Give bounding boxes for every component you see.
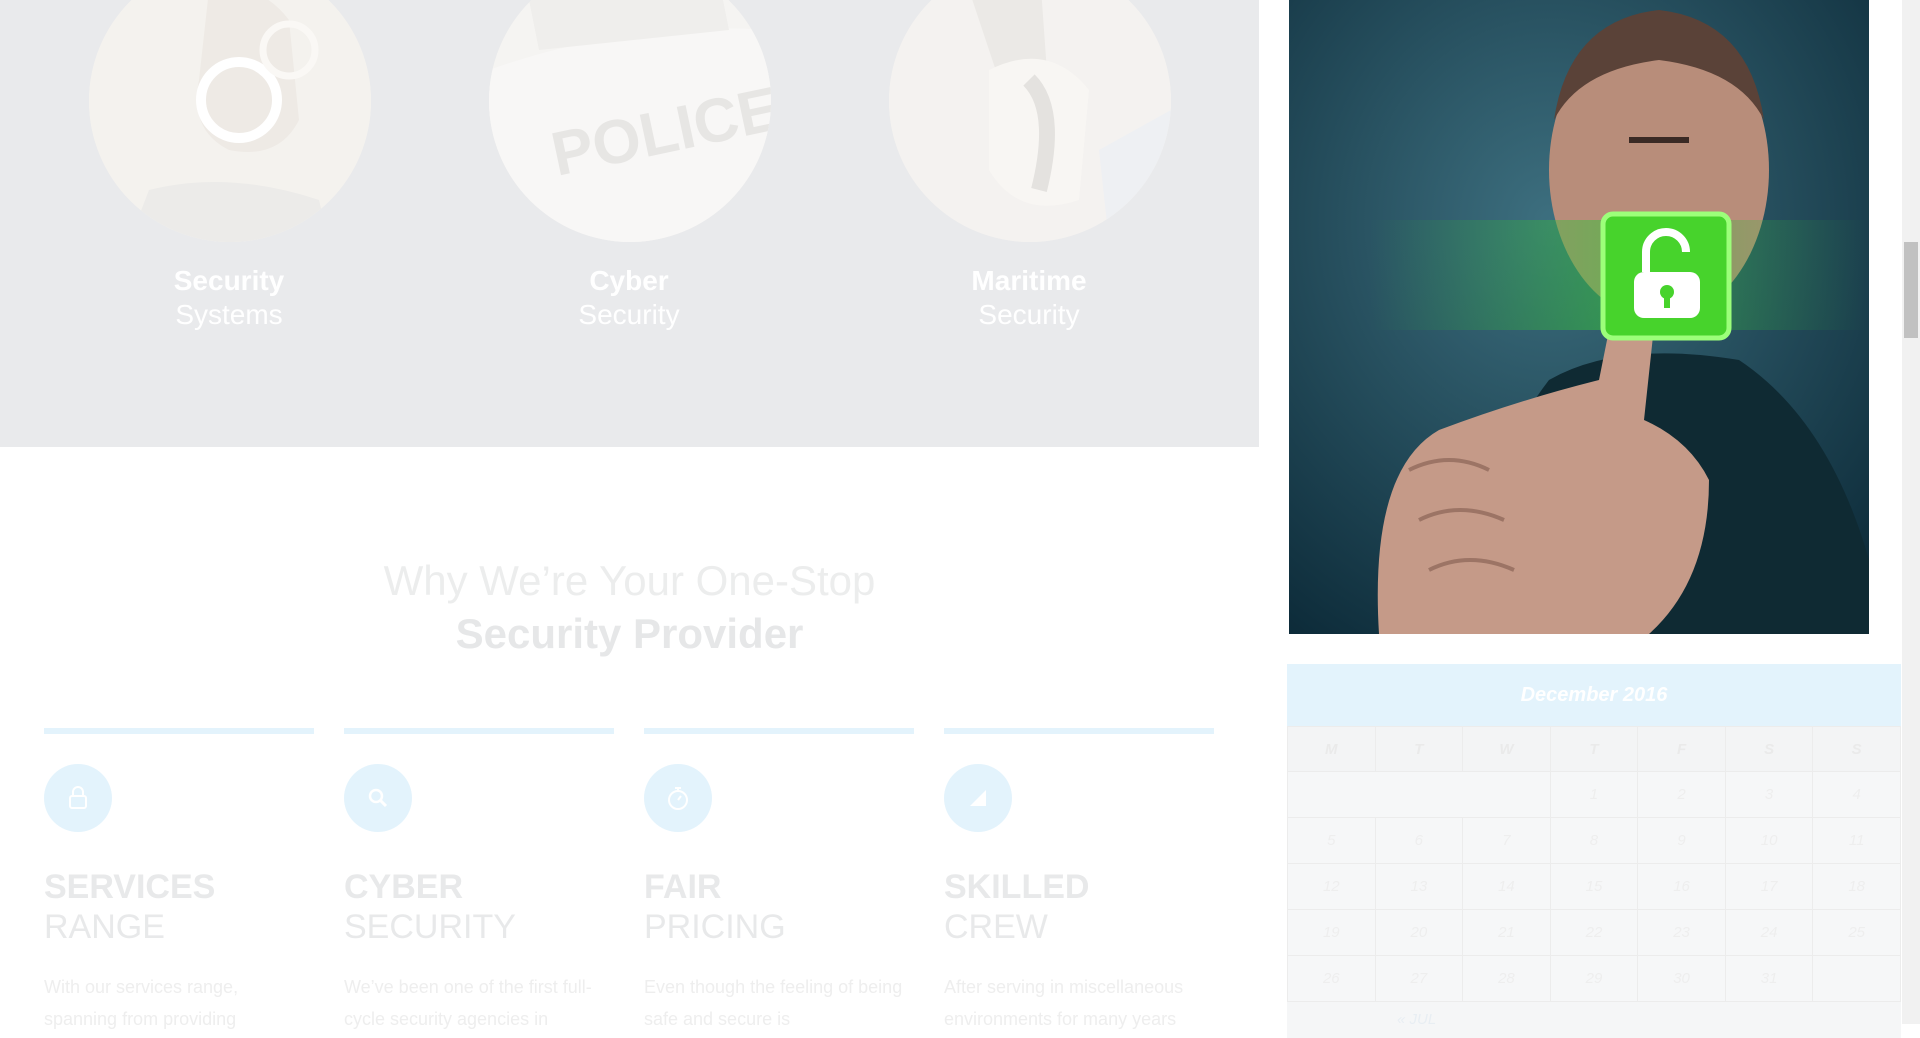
services-band: POLICE Security Systems Cyber Security M… [0,0,1259,447]
feature-fair-pricing: FAIR PRICING Even though the feeling of … [644,728,914,1035]
weekday-header: F [1637,726,1726,772]
touch-unlock-photo [1289,0,1869,634]
calendar-week-row: 19 20 21 22 23 24 25 [1287,909,1901,956]
calendar-week-row: 26 27 28 29 30 31 [1287,955,1901,1002]
calendar-day: 2 [1637,771,1726,818]
service-title-bold: Cyber [589,265,669,296]
feature-services-range: SERVICES RANGE With our services range, … [44,728,314,1035]
search-icon [344,764,412,832]
calendar-week-row: 1 2 3 4 [1287,771,1901,818]
calendar-day: 17 [1724,863,1814,910]
calendar-pad-cell [1812,955,1901,1002]
calendar-day: 31 [1724,955,1814,1002]
calendar-pad-cell [1287,771,1551,818]
calendar-day: 4 [1812,771,1901,818]
page-scrollbar[interactable] [1902,0,1920,1024]
calendar-day: 10 [1724,817,1814,864]
calendar-day: 25 [1812,909,1901,956]
calendar-caption: December 2016 [1287,664,1901,726]
feature-text: After serving in miscellaneous environme… [944,977,1184,1029]
service-title-bold: Maritime [971,265,1087,296]
calendar-prev-month-link[interactable]: « JUL [1287,1002,1901,1038]
service-image-security-systems[interactable] [89,0,371,242]
calendar-day: 7 [1462,817,1551,864]
feature-title-light: PRICING [644,908,786,946]
weekday-header: T [1374,726,1464,772]
calendar-day: 15 [1549,863,1639,910]
lock-icon [44,764,112,832]
feature-text: We’ve been one of the first full-cycle s… [344,977,592,1029]
service-title-bold: Security [173,265,285,296]
feature-cyber-security: CYBER SECURITY We’ve been one of the fir… [344,728,614,1035]
service-title-light: Security [578,299,680,330]
calendar-day: 5 [1287,817,1376,864]
why-heading: Why We’re Your One-Stop Security Provide… [0,555,1259,661]
weekday-header: W [1462,726,1551,772]
calendar-day: 23 [1637,909,1726,956]
service-title-light: Systems [175,299,283,330]
feature-text: Even though the feeling of being safe an… [644,977,903,1029]
handcuffs-photo [89,0,371,242]
calendar-day: 18 [1812,863,1901,910]
feature-bar [644,728,914,734]
calendar-day: 24 [1724,909,1814,956]
calendar-table: M T W T F S S 1 2 3 4 5 6 7 8 9 10 11 12… [1287,726,1901,1002]
service-title-light: Security [978,299,1080,330]
calendar-day: 11 [1812,817,1901,864]
calendar-day: 14 [1462,863,1551,910]
service-image-cyber-security[interactable]: POLICE [489,0,771,242]
why-heading-line1: Why We’re Your One-Stop [383,557,876,604]
calendar-widget: December 2016 M T W T F S S 1 2 3 4 5 6 … [1287,664,1901,1038]
weekday-header: M [1287,726,1376,772]
calendar-weekday-row: M T W T F S S [1287,726,1901,772]
calendar-day: 13 [1374,863,1464,910]
calendar-day: 20 [1374,909,1464,956]
calendar-day: 29 [1549,955,1639,1002]
calendar-day: 22 [1549,909,1639,956]
calendar-week-row: 12 13 14 15 16 17 18 [1287,863,1901,910]
feature-title-light: CREW [944,908,1048,946]
service-title-maritime-security[interactable]: Maritime Security [899,264,1159,332]
calendar-day: 16 [1637,863,1726,910]
feature-title-bold: FAIR [644,868,722,906]
police-car-photo: POLICE [489,0,771,242]
weekday-header: T [1549,726,1639,772]
feature-skilled-crew: SKILLED CREW After serving in miscellane… [944,728,1214,1035]
why-heading-line2: Security Provider [455,610,804,657]
weekday-header: S [1724,726,1814,772]
calendar-day: 27 [1374,955,1464,1002]
calendar-day: 26 [1287,955,1376,1002]
feature-title-light: SECURITY [344,908,516,946]
calendar-day: 19 [1287,909,1376,956]
feature-title-bold: CYBER [344,868,464,906]
calendar-day: 1 [1549,771,1639,818]
calendar-day: 21 [1462,909,1551,956]
feature-bar [44,728,314,734]
calendar-day: 12 [1287,863,1376,910]
calendar-week-row: 5 6 7 8 9 10 11 [1287,817,1901,864]
service-title-cyber-security[interactable]: Cyber Security [499,264,759,332]
calendar-day: 9 [1637,817,1726,864]
calendar-day: 28 [1462,955,1551,1002]
stopwatch-icon [644,764,712,832]
feature-title-bold: SERVICES [44,868,216,906]
weekday-header: S [1812,726,1901,772]
radio-photo [889,0,1171,242]
feature-title-bold: SKILLED [944,868,1090,906]
feature-text: With our services range, spanning from p… [44,977,239,1029]
feature-title-light: RANGE [44,908,165,946]
feature-bar [344,728,614,734]
calendar-day: 30 [1637,955,1726,1002]
scroll-up-arrow-icon[interactable] [1902,0,1920,14]
service-title-security-systems[interactable]: Security Systems [99,264,359,332]
calendar-day: 3 [1724,771,1814,818]
feature-bar [944,728,1214,734]
service-image-maritime-security[interactable] [889,0,1171,242]
sidebar-banner-image[interactable] [1289,0,1869,634]
calendar-day: 8 [1549,817,1639,864]
main-content: POLICE Security Systems Cyber Security M… [0,0,1259,1029]
scrollbar-thumb[interactable] [1904,242,1918,338]
triangle-icon [944,764,1012,832]
calendar-day: 6 [1374,817,1464,864]
